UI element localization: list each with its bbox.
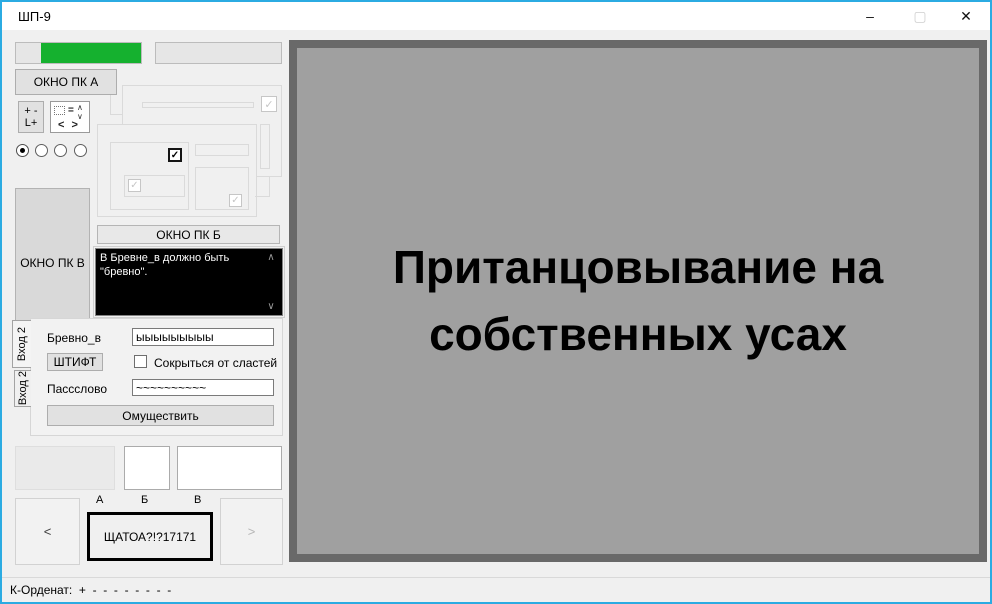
radio-option-1[interactable] <box>16 144 29 157</box>
hide-checkbox-label: Сокрыться от сластей <box>154 356 277 370</box>
hide-checkbox[interactable] <box>134 355 147 368</box>
radio-dot <box>20 148 25 153</box>
slot-b <box>124 446 170 490</box>
submit-button[interactable]: Омуществить <box>47 405 274 426</box>
display-text-line2: собственных усах <box>429 301 847 368</box>
plus-minus-button[interactable]: + - L+ <box>18 101 44 133</box>
scroll-down-icon[interactable]: ∨ <box>261 301 281 312</box>
shtift-label: ШТИФТ <box>54 355 97 369</box>
tab-vhod2-second[interactable]: Вход 2 <box>14 370 31 407</box>
spin-up-icon[interactable]: ∧ <box>77 103 83 112</box>
disabled-vertical-track <box>260 124 270 169</box>
window-title: ШП-9 <box>18 9 51 24</box>
console-container: В Бревне_в должно быть "бревно". ∧ ∨ <box>93 246 285 318</box>
progress-fill <box>41 43 141 63</box>
display-text-line1: Пританцовывание на <box>393 234 883 301</box>
okno-pk-b-button[interactable]: ОКНО ПК Б <box>97 225 280 244</box>
progress-bar-empty <box>155 42 282 64</box>
okno-pk-v-box[interactable]: ОКНО ПК В <box>15 188 90 337</box>
spinner-control[interactable]: = ∧ ∨ < > <box>50 101 90 133</box>
close-icon: ✕ <box>960 8 972 25</box>
tab2-label: Вход 2 <box>17 371 29 405</box>
next-button[interactable]: > <box>220 498 283 565</box>
check-icon: ✓ <box>231 195 239 206</box>
app-window: ШП-9 – ▢ ✕ ОКНО ПК А + - L+ = ∧ ∨ < > <box>0 0 992 604</box>
radio-option-3[interactable] <box>54 144 67 157</box>
okno-pk-a-button[interactable]: ОКНО ПК А <box>15 69 117 95</box>
chevron-left-icon: < <box>44 524 52 539</box>
disabled-slider-track <box>142 102 254 108</box>
tab1-label: Вход 2 <box>16 327 28 361</box>
label-b: Б <box>141 494 148 506</box>
scroll-up-icon[interactable]: ∧ <box>261 252 281 263</box>
check-icon: ✓ <box>264 98 273 111</box>
password-label: Пассслово <box>47 382 107 396</box>
okno-pk-a-label: ОКНО ПК А <box>34 75 99 89</box>
password-input[interactable] <box>132 379 274 396</box>
slot-v <box>177 446 282 490</box>
check-icon: ✓ <box>130 180 138 191</box>
code-button[interactable]: ЩАТОА?!?17171 <box>87 512 213 561</box>
slot-a <box>15 446 115 490</box>
brevno-input[interactable] <box>132 328 274 346</box>
plus-minus-line2: L+ <box>25 117 38 129</box>
console-text: В Бревне_в должно быть "бревно". <box>100 251 258 279</box>
disabled-outline <box>110 95 122 115</box>
submit-label: Омуществить <box>122 409 198 423</box>
statusbar-separator <box>2 577 990 578</box>
plus-minus-line1: + - <box>24 105 37 117</box>
chevron-right-icon: > <box>248 524 256 539</box>
disabled-step-outline <box>255 177 270 197</box>
brevno-label: Бревно_в <box>47 331 101 345</box>
radio-option-2[interactable] <box>35 144 48 157</box>
console-output[interactable]: В Бревне_в должно быть "бревно". ∧ ∨ <box>95 248 283 316</box>
statusbar-text: К-Орденат: + - - - - - - - - <box>10 583 171 597</box>
title-bar: ШП-9 – ▢ ✕ <box>2 2 990 30</box>
code-button-label: ЩАТОА?!?17171 <box>104 530 196 544</box>
close-button[interactable]: ✕ <box>944 2 988 30</box>
checked-checkbox[interactable]: ✓ <box>168 148 182 162</box>
okno-pk-v-label: ОКНО ПК В <box>20 256 85 270</box>
disabled-checkbox-1: ✓ <box>261 96 277 112</box>
client-area: ОКНО ПК А + - L+ = ∧ ∨ < > ОКНО ПК В ✓ <box>2 30 990 602</box>
console-line-2: "бревно". <box>100 265 258 279</box>
okno-pk-b-label: ОКНО ПК Б <box>156 228 220 242</box>
maximize-button: ▢ <box>898 2 942 30</box>
minimize-button[interactable]: – <box>848 2 892 30</box>
maximize-icon: ▢ <box>913 8 926 25</box>
radio-option-4[interactable] <box>74 144 87 157</box>
prev-button[interactable]: < <box>15 498 80 565</box>
shtift-button[interactable]: ШТИФТ <box>47 353 103 371</box>
chevron-left-right-icon[interactable]: < > <box>58 119 80 131</box>
disabled-checkbox-3: ✓ <box>229 194 242 207</box>
check-icon: ✓ <box>171 150 179 161</box>
display-panel: Пританцовывание на собственных усах <box>289 40 987 562</box>
disabled-field <box>195 144 249 156</box>
equals-icon: = <box>68 105 74 116</box>
progress-bar-green <box>15 42 142 64</box>
label-a: А <box>96 494 103 506</box>
console-scrollbar[interactable]: ∧ ∨ <box>261 250 281 314</box>
console-line-1: В Бревне_в должно быть <box>100 251 258 265</box>
tab-vhod2-selected[interactable]: Вход 2 <box>12 320 31 368</box>
minimize-icon: – <box>866 8 874 24</box>
selection-rect-icon <box>54 106 65 115</box>
disabled-checkbox-2: ✓ <box>128 179 141 192</box>
label-v: В <box>194 494 201 506</box>
